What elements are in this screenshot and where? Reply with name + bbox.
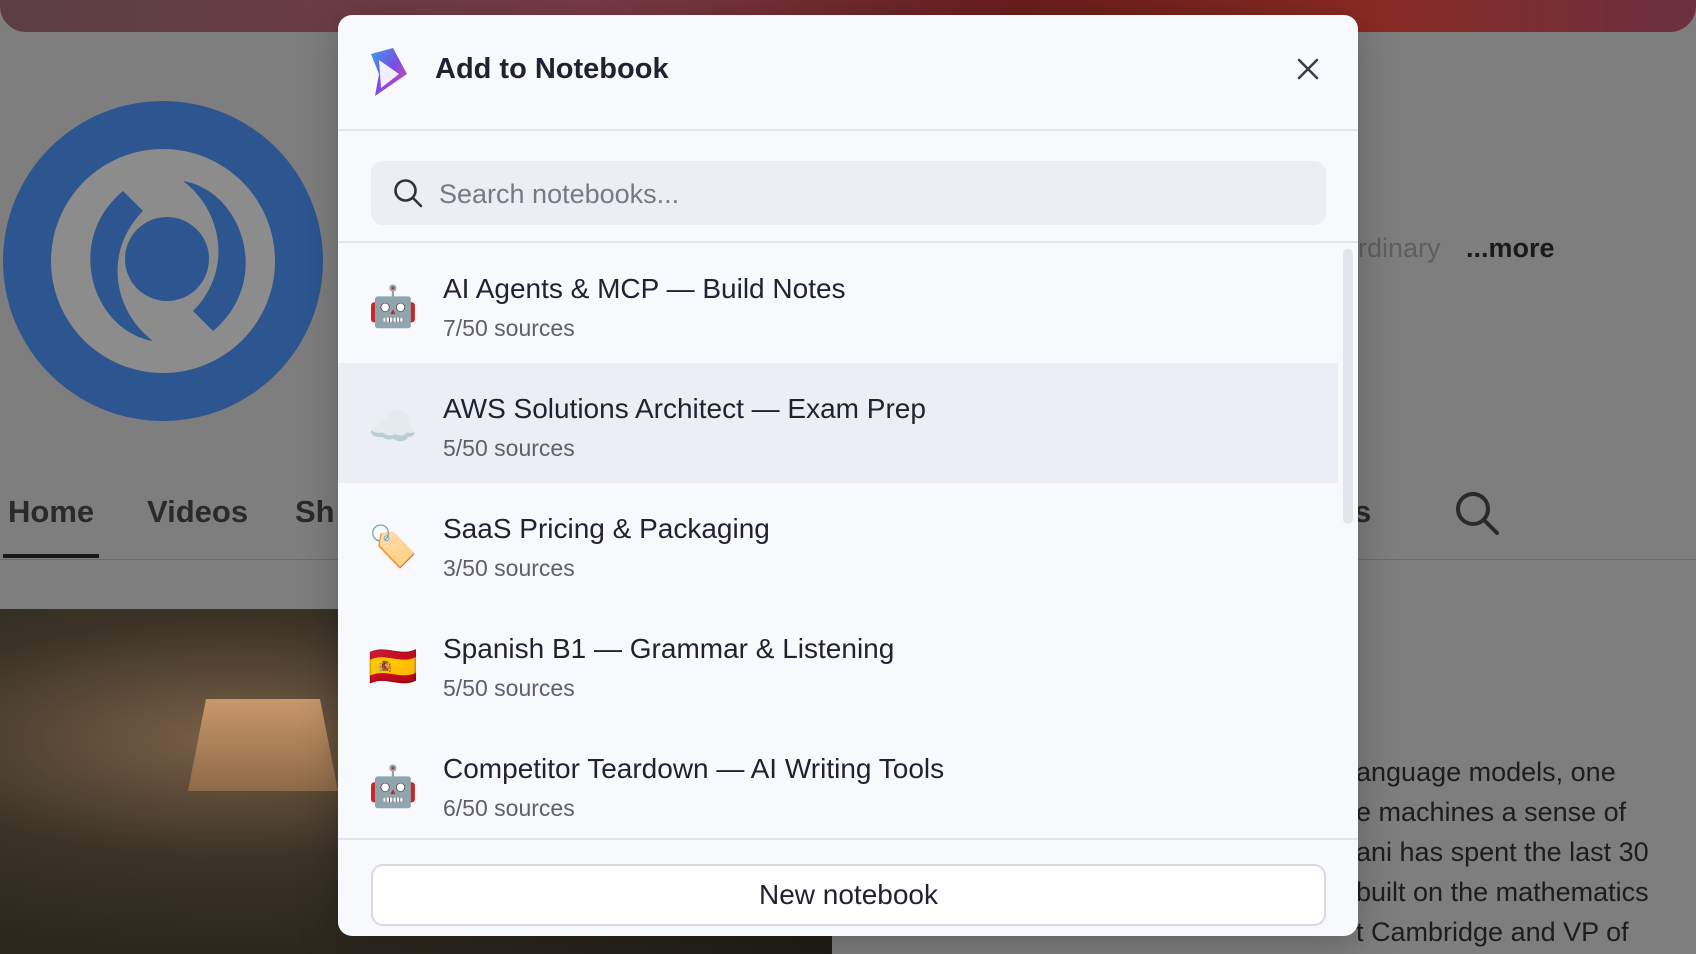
- dialog-title: Add to Notebook: [435, 53, 669, 85]
- notebook-source-count: 5/50 sources: [443, 435, 575, 461]
- notebook-item[interactable]: 🤖 AI Agents & MCP — Build Notes 7/50 sou…: [338, 243, 1338, 363]
- description-line: t Cambridge and VP of: [1356, 917, 1629, 947]
- notebook-list: 🤖 AI Agents & MCP — Build Notes 7/50 sou…: [338, 243, 1338, 838]
- search-icon: [394, 179, 423, 208]
- dialog-header: Add to Notebook: [338, 15, 1358, 131]
- channel-description-fragment: rdinary: [1358, 233, 1441, 263]
- new-notebook-button[interactable]: New notebook: [371, 864, 1326, 926]
- description-line: e machines a sense of: [1356, 797, 1627, 827]
- search-section: [338, 131, 1358, 243]
- close-button[interactable]: [1288, 49, 1328, 89]
- notebook-source-count: 3/50 sources: [443, 555, 575, 581]
- tag-icon: 🏷️: [368, 525, 418, 569]
- tab-home[interactable]: Home: [8, 494, 94, 530]
- notebook-title: AI Agents & MCP — Build Notes: [443, 273, 846, 304]
- list-scrollbar[interactable]: [1338, 243, 1358, 838]
- notebook-source-count: 5/50 sources: [443, 675, 575, 701]
- notebook-source-count: 7/50 sources: [443, 315, 575, 341]
- notebook-title: SaaS Pricing & Packaging: [443, 513, 770, 544]
- search-input[interactable]: [437, 161, 1301, 227]
- notebook-title: Spanish B1 — Grammar & Listening: [443, 633, 895, 664]
- notebook-item[interactable]: 🤖 Competitor Teardown — AI Writing Tools…: [338, 723, 1338, 838]
- robot-icon: 🤖: [368, 765, 418, 809]
- featured-video-description: anguage models, one e machines a sense o…: [1356, 752, 1649, 952]
- tab-videos[interactable]: Videos: [147, 494, 248, 530]
- channel-search-icon[interactable]: [1454, 490, 1500, 536]
- spain-flag-icon: 🇪🇸: [368, 645, 418, 689]
- scrollbar-thumb[interactable]: [1343, 249, 1353, 524]
- notebook-item[interactable]: 🇪🇸 Spanish B1 — Grammar & Listening 5/50…: [338, 603, 1338, 723]
- description-line: ani has spent the last 30: [1356, 837, 1649, 867]
- notebook-logo-icon: [371, 48, 407, 96]
- description-line: anguage models, one: [1356, 757, 1616, 787]
- lamp-shape: [188, 699, 338, 791]
- notebook-item[interactable]: 🏷️ SaaS Pricing & Packaging 3/50 sources: [338, 483, 1338, 603]
- add-to-notebook-dialog: Add to Notebook 🤖 AI Agents & MCP — Buil…: [338, 15, 1358, 936]
- swirl-logo-icon: [51, 149, 275, 373]
- notebook-title: Competitor Teardown — AI Writing Tools: [443, 753, 945, 784]
- dialog-footer: New notebook: [338, 838, 1358, 936]
- channel-avatar[interactable]: [3, 101, 323, 421]
- robot-icon: 🤖: [368, 285, 418, 329]
- cloud-icon: ☁️: [368, 405, 418, 449]
- notebook-source-count: 6/50 sources: [443, 795, 575, 821]
- description-line: built on the mathematics: [1356, 877, 1649, 907]
- notebook-item[interactable]: ☁️ AWS Solutions Architect — Exam Prep 5…: [338, 363, 1338, 483]
- more-link[interactable]: ...more: [1466, 233, 1555, 264]
- search-box[interactable]: [371, 161, 1326, 227]
- tab-shorts[interactable]: Sh: [295, 494, 335, 530]
- notebook-title: AWS Solutions Architect — Exam Prep: [443, 393, 926, 424]
- active-tab-indicator: [3, 554, 99, 558]
- close-icon: [1297, 58, 1319, 80]
